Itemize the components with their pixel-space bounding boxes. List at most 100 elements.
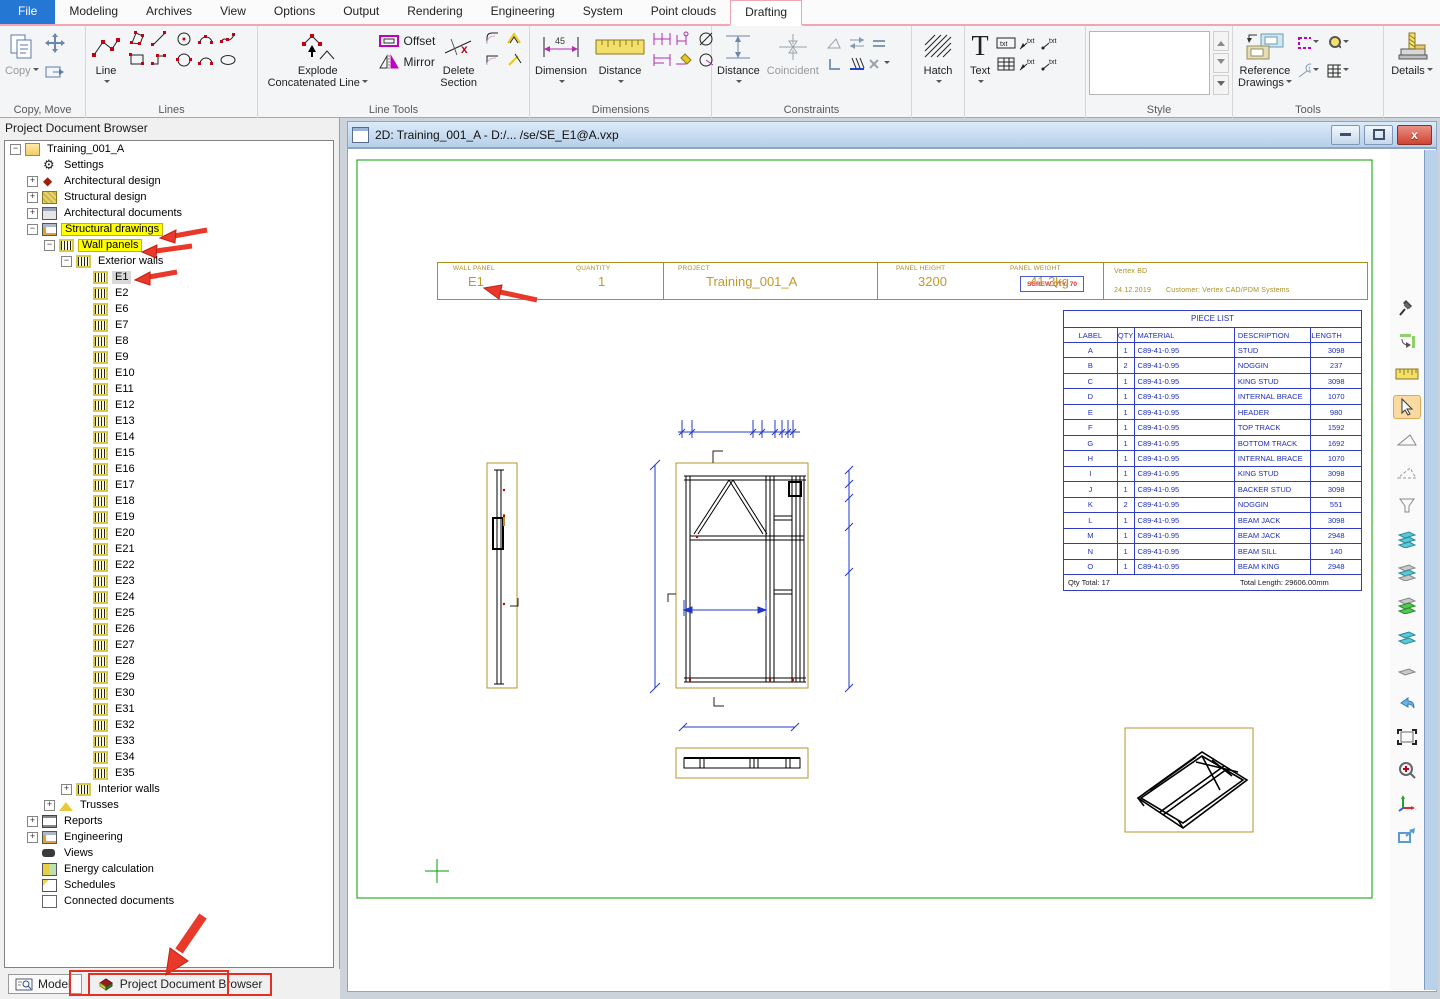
minimize-button[interactable] [1331,125,1360,145]
fillet-corner-icon[interactable] [482,28,504,49]
tree-item-interior-walls[interactable]: +Interior walls [5,781,333,797]
find-tool-button[interactable] [1327,32,1349,53]
close-button[interactable]: x [1397,125,1432,145]
ribbon-tab-point-clouds[interactable]: Point clouds [637,0,730,24]
explode-concatenated-line-button[interactable]: ExplodeConcatenated Line [261,28,375,90]
tab-project-document-browser[interactable]: Project Document Browser [88,973,273,996]
expand-icon[interactable]: + [27,816,38,827]
triangle-icon[interactable] [1393,428,1421,452]
rectangle-icon[interactable] [126,49,148,70]
tree-item-e27[interactable]: E27 [5,637,333,653]
tree-item-e13[interactable]: E13 [5,413,333,429]
tree-item-e7[interactable]: E7 [5,317,333,333]
tree-item-e17[interactable]: E17 [5,477,333,493]
line-button[interactable]: Line [89,28,123,90]
polygon-icon[interactable] [126,28,148,49]
spline-icon[interactable] [217,28,239,49]
ribbon-tab-system[interactable]: System [569,0,637,24]
ribbon-tab-options[interactable]: Options [260,0,329,24]
tree-item-e1[interactable]: E1 [5,269,333,285]
expand-icon[interactable]: + [27,832,38,843]
tree-item-reports[interactable]: +Reports [5,813,333,829]
move-icon[interactable] [44,32,66,53]
layers-two-icon[interactable] [1393,626,1421,650]
tree-item-e22[interactable]: E22 [5,557,333,573]
tree-item-e26[interactable]: E26 [5,621,333,637]
expand-icon[interactable]: + [61,784,72,795]
collapse-icon[interactable]: − [10,144,21,155]
tree-item-settings[interactable]: Settings [5,157,333,173]
tree-item-e23[interactable]: E23 [5,573,333,589]
style-more-button[interactable] [1213,75,1229,95]
tree-item-energy-calculation[interactable]: Energy calculation [5,861,333,877]
tree-item-engineering[interactable]: +Engineering [5,829,333,845]
tree-item-connected-documents[interactable]: Connected documents [5,893,333,909]
numbered-leader-button[interactable]: 1 [1297,60,1319,81]
edit-dimension-icon[interactable] [673,49,695,70]
ribbon-tab-rendering[interactable]: Rendering [393,0,476,24]
delete-constraint-button[interactable] [868,53,890,74]
leader-text-2-icon[interactable]: txt [1017,53,1039,74]
corner-trim-icon[interactable] [482,49,504,70]
tree-item-architectural-design[interactable]: +Architectural design [5,173,333,189]
undo-icon[interactable] [1393,692,1421,716]
tree-item-e14[interactable]: E14 [5,429,333,445]
details-button[interactable]: Details [1389,28,1435,78]
style-scroll-down[interactable] [1213,53,1229,73]
delete-section-button[interactable]: x DeleteSection [438,28,479,90]
ribbon-tab-engineering[interactable]: Engineering [477,0,569,24]
tree-item-structural-design[interactable]: +Structural design [5,189,333,205]
tree-item-e35[interactable]: E35 [5,765,333,781]
leader-text-icon[interactable]: txt [1017,32,1039,53]
fix-constraint-icon[interactable] [846,53,868,74]
line-segment-icon[interactable] [148,28,170,49]
tree-item-e18[interactable]: E18 [5,493,333,509]
tree-item-e12[interactable]: E12 [5,397,333,413]
expand-icon[interactable]: + [27,192,38,203]
document-window-titlebar[interactable]: 2D: Training_001_A - D:/... /se/SE_E1@A.… [347,121,1437,148]
tree-item-e15[interactable]: E15 [5,445,333,461]
tree-item-e6[interactable]: E6 [5,301,333,317]
restore-button[interactable] [1364,125,1393,145]
tree-item-e29[interactable]: E29 [5,669,333,685]
tree-item-e24[interactable]: E24 [5,589,333,605]
offset-button[interactable]: Offset [378,34,436,48]
arc-points-icon[interactable] [195,28,217,49]
dimension-button[interactable]: 45 Dimension [533,28,589,90]
ribbon-tab-drafting[interactable]: Drafting [730,0,802,26]
ribbon-tab-modeling[interactable]: Modeling [55,0,132,24]
viewport-icon[interactable] [1393,725,1421,749]
circle-center-icon[interactable] [173,28,195,49]
tree-item-e20[interactable]: E20 [5,525,333,541]
tree-item-e10[interactable]: E10 [5,365,333,381]
tree-item-e16[interactable]: E16 [5,461,333,477]
distance-constraint-button[interactable]: Distance [715,28,762,90]
tree-item-structural-drawings[interactable]: −Structural drawings [5,221,333,237]
tree-item-e28[interactable]: E28 [5,653,333,669]
expand-icon[interactable]: + [27,176,38,187]
tree-item-e34[interactable]: E34 [5,749,333,765]
tree-item-training-001-a[interactable]: −Training_001_A [5,141,333,157]
tree-item-e30[interactable]: E30 [5,685,333,701]
ruler-icon[interactable] [1393,362,1421,386]
reference-drawings-button[interactable]: ReferenceDrawings [1236,28,1294,90]
grid-tool-button[interactable] [1327,60,1349,81]
selection-area-button[interactable] [1297,32,1319,53]
export-view-icon[interactable] [1393,824,1421,848]
tree-item-e9[interactable]: E9 [5,349,333,365]
mirror-button[interactable]: Mirror [378,54,436,70]
tree-item-e11[interactable]: E11 [5,381,333,397]
collapse-icon[interactable]: − [44,240,55,251]
angle-constraint-icon[interactable] [824,32,846,53]
expand-icon[interactable]: + [44,800,55,811]
ribbon-tab-archives[interactable]: Archives [132,0,206,24]
chamfer-corner-icon[interactable] [504,28,526,49]
dashed-triangle-icon[interactable] [1393,461,1421,485]
hatch-button[interactable]: Hatch [921,28,955,90]
ribbon-tab-output[interactable]: Output [329,0,393,24]
tree-item-wall-panels[interactable]: −Wall panels [5,237,333,253]
tree-item-e19[interactable]: E19 [5,509,333,525]
ordinate-dimension-icon[interactable] [673,28,695,49]
tree-item-exterior-walls[interactable]: −Exterior walls [5,253,333,269]
distance-measure-button[interactable]: Distance [592,28,648,90]
